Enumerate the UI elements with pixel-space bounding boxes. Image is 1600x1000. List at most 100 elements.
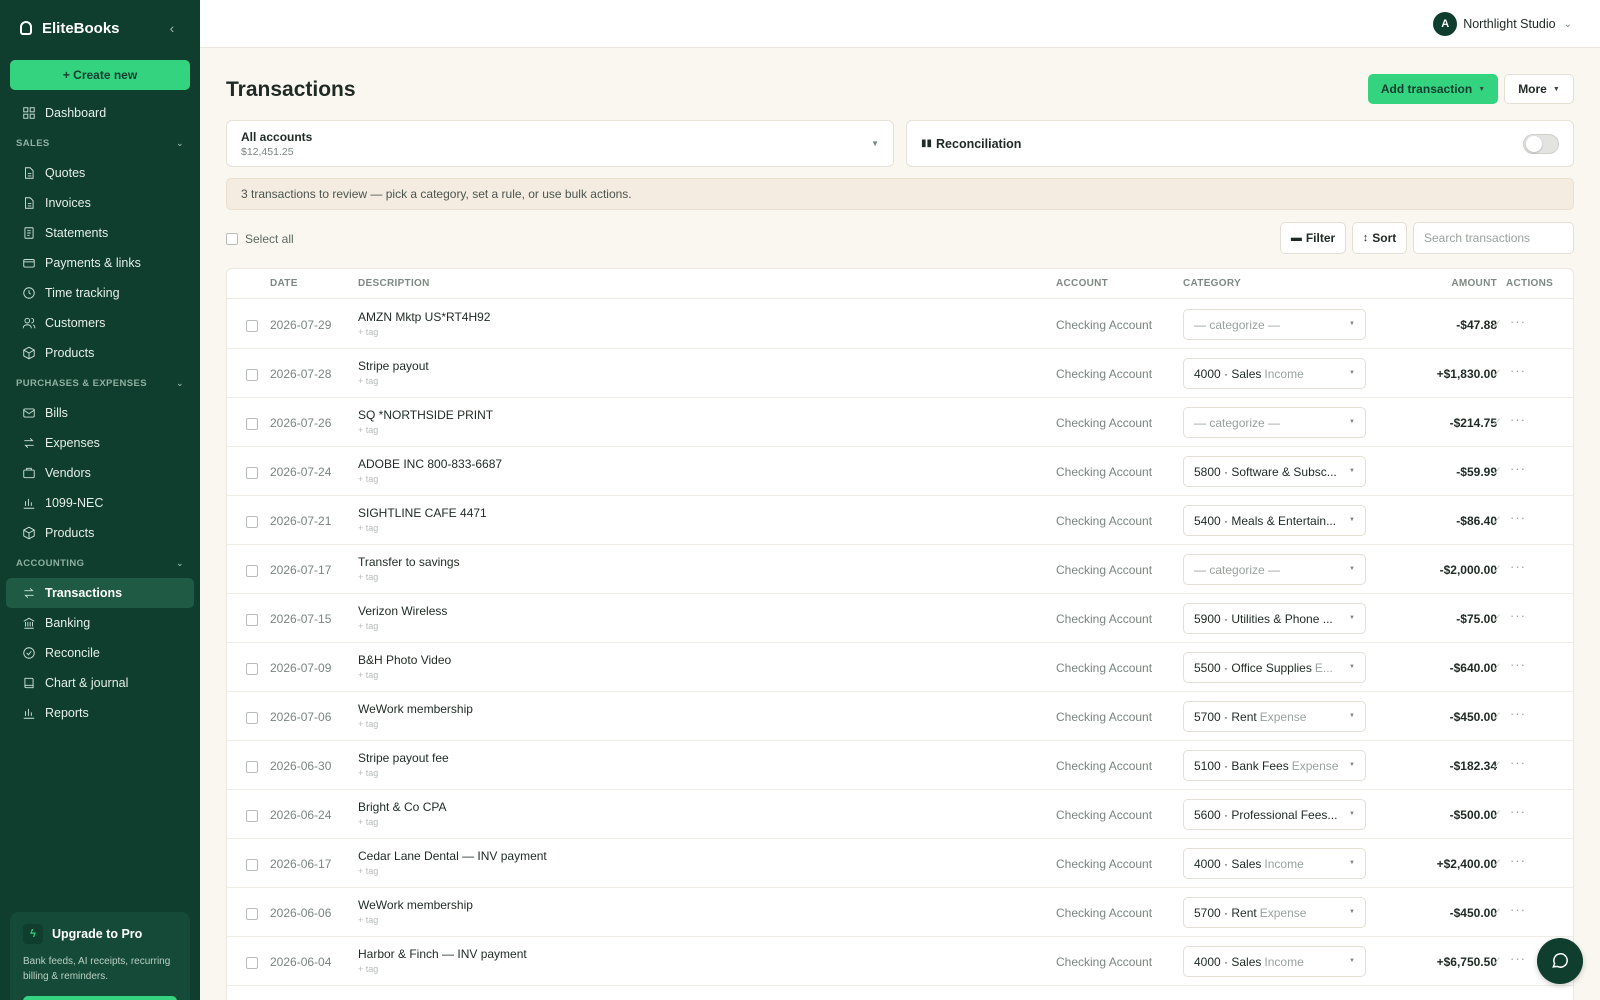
category-select[interactable]: 4000 · Sales Income ▼ (1183, 946, 1366, 977)
header-date[interactable]: DATE (270, 278, 298, 289)
row-checkbox[interactable] (246, 418, 258, 430)
category-select[interactable]: 5900 · Utilities & Phone ... ▼ (1183, 603, 1366, 634)
add-tag-link[interactable]: + tag (358, 964, 378, 974)
row-checkbox[interactable] (246, 320, 258, 332)
sidebar-item-bills[interactable]: Bills (6, 398, 194, 428)
approve-check-icon[interactable]: ✓ (1492, 660, 1502, 674)
category-select[interactable]: 5700 · Rent Expense ▼ (1183, 701, 1366, 732)
add-tag-link[interactable]: + tag (358, 768, 378, 778)
sidebar-item-dashboard[interactable]: Dashboard (6, 98, 194, 128)
table-row[interactable]: 2026-07-06 WeWork membership + tag Checking… (227, 692, 1573, 741)
add-tag-link[interactable]: + tag (358, 327, 378, 337)
table-row[interactable]: 2026-07-29 AMZN Mktp US*RT4H92 + tag Checki… (227, 300, 1573, 349)
category-select[interactable]: 5100 · Bank Fees Expense ▼ (1183, 750, 1366, 781)
category-select[interactable]: — categorize — ▼ (1183, 309, 1366, 340)
header-account[interactable]: ACCOUNT (1056, 278, 1108, 289)
row-checkbox[interactable] (246, 761, 258, 773)
more-actions-icon[interactable]: ··· (1510, 706, 1526, 721)
section-sales[interactable]: SALES ⌄ (0, 128, 200, 158)
table-row[interactable]: 2026-07-24 ADOBE INC 800-833-6687 + tag Che… (227, 447, 1573, 496)
more-actions-icon[interactable]: ··· (1510, 461, 1526, 476)
approve-check-icon[interactable]: ✓ (1492, 905, 1502, 919)
add-tag-link[interactable]: + tag (358, 572, 378, 582)
table-row[interactable]: 2026-06-06 WeWork membership + tag Checking… (227, 888, 1573, 937)
approve-check-icon[interactable]: ✓ (1492, 709, 1502, 723)
category-select[interactable]: 4000 · Sales Income ▼ (1183, 848, 1366, 879)
row-checkbox[interactable] (246, 467, 258, 479)
row-checkbox[interactable] (246, 810, 258, 822)
table-row[interactable]: 2026-06-04 Harbor & Finch — INV payment + … (227, 937, 1573, 986)
more-actions-icon[interactable]: ··· (1510, 657, 1526, 672)
add-tag-link[interactable]: + tag (358, 621, 378, 631)
table-row[interactable]: 2026-07-09 B&H Photo Video + tag Checking A… (227, 643, 1573, 692)
sidebar-item-statements[interactable]: Statements (6, 218, 194, 248)
category-select[interactable]: 5600 · Professional Fees... ▼ (1183, 799, 1366, 830)
sidebar-item-quotes[interactable]: Quotes (6, 158, 194, 188)
reconciliation-toggle[interactable] (1523, 133, 1559, 154)
sidebar-item-1099-nec[interactable]: 1099-NEC (6, 488, 194, 518)
select-all-checkbox[interactable] (226, 233, 238, 245)
table-row[interactable]: 2026-07-26 SQ *NORTHSIDE PRINT + tag Checki… (227, 398, 1573, 447)
table-row[interactable]: 2026-07-21 SIGHTLINE CAFE 4471 + tag Checki… (227, 496, 1573, 545)
add-tag-link[interactable]: + tag (358, 523, 378, 533)
more-actions-icon[interactable]: ··· (1510, 608, 1526, 623)
create-new-button[interactable]: + Create new (10, 60, 190, 90)
category-select[interactable]: 5400 · Meals & Entertain... ▼ (1183, 505, 1366, 536)
row-checkbox[interactable] (246, 957, 258, 969)
sidebar-item-vendors[interactable]: Vendors (6, 458, 194, 488)
filter-button[interactable]: ▬ Filter (1280, 222, 1346, 254)
more-actions-icon[interactable]: ··· (1510, 314, 1526, 329)
more-actions-icon[interactable]: ··· (1510, 559, 1526, 574)
select-all[interactable]: Select all (226, 232, 294, 246)
table-row[interactable]: 2026-06-24 Bright & Co CPA + tag Checking A… (227, 790, 1573, 839)
add-tag-link[interactable]: + tag (358, 425, 378, 435)
row-checkbox[interactable] (246, 614, 258, 626)
category-select[interactable]: 5700 · Rent Expense ▼ (1183, 897, 1366, 928)
more-actions-icon[interactable]: ··· (1510, 853, 1526, 868)
search-input[interactable] (1413, 222, 1574, 254)
approve-check-icon[interactable]: ✓ (1492, 611, 1502, 625)
sidebar-item-products[interactable]: Products (6, 518, 194, 548)
approve-check-icon[interactable]: ✓ (1492, 807, 1502, 821)
header-amount[interactable]: AMOUNT (1451, 278, 1497, 289)
section-purchases-and-expenses[interactable]: PURCHASES & EXPENSES ⌄ (0, 368, 200, 398)
sidebar-item-expenses[interactable]: Expenses (6, 428, 194, 458)
sidebar-item-customers[interactable]: Customers (6, 308, 194, 338)
table-row[interactable]: 2026-07-28 Stripe payout + tag Checking Acc… (227, 349, 1573, 398)
add-tag-link[interactable]: + tag (358, 866, 378, 876)
header-description[interactable]: DESCRIPTION (358, 278, 430, 289)
add-tag-link[interactable]: + tag (358, 474, 378, 484)
approve-check-icon[interactable]: ✓ (1492, 562, 1502, 576)
approve-check-icon[interactable]: ✓ (1492, 758, 1502, 772)
more-actions-icon[interactable]: ··· (1510, 412, 1526, 427)
approve-check-icon[interactable]: ✓ (1492, 856, 1502, 870)
category-select[interactable]: 5800 · Software & Subsc... ▼ (1183, 456, 1366, 487)
row-checkbox[interactable] (246, 565, 258, 577)
section-accounting[interactable]: ACCOUNTING ⌄ (0, 548, 200, 578)
approve-check-icon[interactable]: ✓ (1492, 513, 1502, 527)
add-tag-link[interactable]: + tag (358, 719, 378, 729)
more-actions-icon[interactable]: ··· (1510, 902, 1526, 917)
row-checkbox[interactable] (246, 712, 258, 724)
table-row[interactable]: 2026-07-15 Verizon Wireless + tag Checking … (227, 594, 1573, 643)
more-actions-icon[interactable]: ··· (1510, 804, 1526, 819)
more-actions-icon[interactable]: ··· (1510, 951, 1526, 966)
sidebar-item-payments-and-links[interactable]: Payments & links (6, 248, 194, 278)
category-select[interactable]: — categorize — ▼ (1183, 554, 1366, 585)
more-actions-icon[interactable]: ··· (1510, 510, 1526, 525)
row-checkbox[interactable] (246, 859, 258, 871)
table-row[interactable]: 2026-06-17 Cedar Lane Dental — INV paymen… (227, 839, 1573, 888)
row-checkbox[interactable] (246, 663, 258, 675)
approve-check-icon[interactable]: ✓ (1492, 317, 1502, 331)
category-select[interactable]: — categorize — ▼ (1183, 407, 1366, 438)
add-tag-link[interactable]: + tag (358, 670, 378, 680)
sidebar-item-invoices[interactable]: Invoices (6, 188, 194, 218)
add-transaction-button[interactable]: Add transaction ▼ (1368, 74, 1498, 104)
add-tag-link[interactable]: + tag (358, 817, 378, 827)
workspace-switcher[interactable]: A Northlight Studio ⌄ (1433, 12, 1572, 36)
category-select[interactable]: 5500 · Office Supplies E... ▼ (1183, 652, 1366, 683)
more-actions-icon[interactable]: ··· (1510, 363, 1526, 378)
approve-check-icon[interactable]: ✓ (1492, 366, 1502, 380)
more-actions-icon[interactable]: ··· (1510, 755, 1526, 770)
sidebar-item-reports[interactable]: Reports (6, 698, 194, 728)
